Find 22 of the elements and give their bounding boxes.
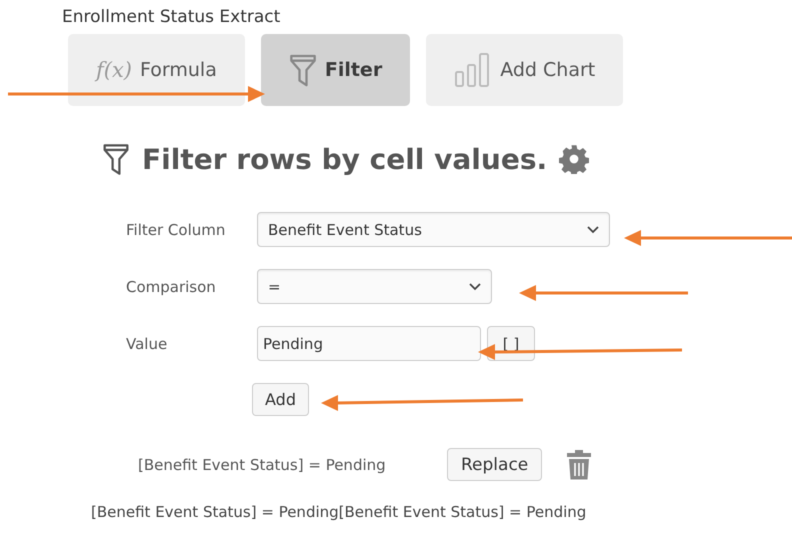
field-label: Value bbox=[126, 334, 168, 352]
column-dropdown[interactable]: Benefit Event Status bbox=[257, 212, 610, 247]
comparison-dropdown[interactable]: = bbox=[257, 269, 492, 304]
formula-tab[interactable]: f(x) Formula bbox=[68, 34, 245, 106]
caret-icon bbox=[587, 226, 599, 234]
section-heading: Filter rows by cell values. bbox=[142, 142, 548, 176]
condition-text: [Benefit Event Status] = Pending bbox=[138, 456, 387, 474]
trash-icon[interactable] bbox=[566, 448, 592, 480]
filter-summary: [Benefit Event Status] = Pending[Benefit Event Status] = Pending bbox=[91, 503, 588, 521]
caret-icon bbox=[469, 282, 481, 290]
settings-icon[interactable] bbox=[559, 144, 590, 174]
field-label: Filter Column bbox=[126, 220, 226, 238]
add-button[interactable]: Add bbox=[252, 383, 309, 416]
filter-tab[interactable]: Filter bbox=[260, 34, 410, 106]
filter-icon bbox=[288, 52, 317, 88]
filter-icon bbox=[102, 142, 130, 176]
field-label: Comparison bbox=[126, 278, 217, 296]
function-icon: f(x) bbox=[96, 58, 132, 82]
chart-tab[interactable]: Add Chart bbox=[426, 34, 624, 106]
value-field[interactable]: Pending bbox=[257, 326, 481, 361]
replace-button[interactable]: Replace bbox=[447, 448, 542, 481]
page-title: Enrollment Status Extract bbox=[62, 7, 280, 27]
